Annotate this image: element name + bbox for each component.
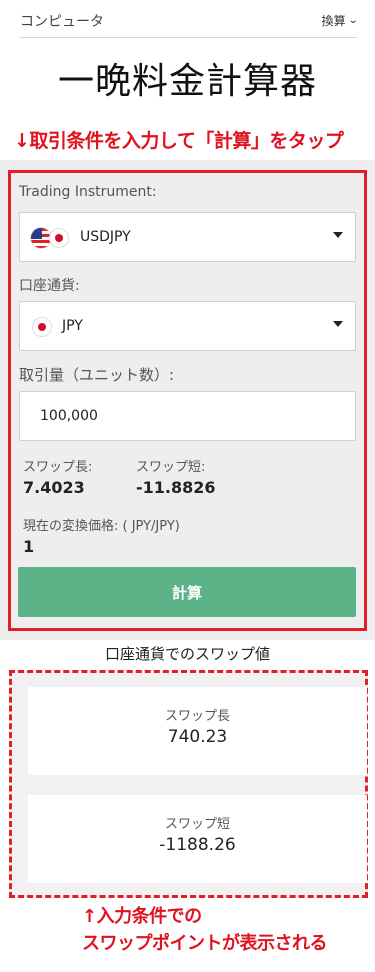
- swap-short-result-label: スワップ短: [164, 817, 230, 832]
- instrument-label: Trading Instrument:: [19, 184, 157, 200]
- instruction-note-bottom: ↑入力条件での スワップポイントが表示される: [82, 903, 328, 957]
- bottom-note-line-1: ↑入力条件での: [82, 906, 202, 927]
- instrument-value: USDJPY: [80, 229, 131, 245]
- swap-long-label: スワップ長:: [23, 460, 93, 475]
- trade-amount-input[interactable]: 100,000: [19, 391, 356, 441]
- swap-long-result-label: スワップ長: [164, 709, 230, 724]
- dropdown-caret-icon: [333, 232, 343, 238]
- results-highlight-box: スワップ長 740.23 スワップ短 -1188.26: [9, 670, 368, 898]
- swap-short-result-value: -1188.26: [159, 835, 236, 855]
- conversion-rate-value: 1: [23, 537, 35, 556]
- trade-amount-label: 取引量（ユニット数）:: [19, 366, 175, 384]
- results-title: 口座通貨でのスワップ値: [104, 645, 270, 663]
- swap-long-value: 7.4023: [23, 478, 85, 497]
- swap-long-result-card: スワップ長 740.23: [28, 687, 367, 775]
- bottom-note-line-2: スワップポイントが表示される: [82, 933, 328, 954]
- conversion-rate-label: 現在の変換価格: ( JPY/JPY): [23, 519, 180, 534]
- account-currency-label: 口座通貨:: [19, 278, 80, 294]
- instrument-select[interactable]: USDJPY: [19, 212, 356, 262]
- swap-short-result-card: スワップ短 -1188.26: [28, 795, 367, 883]
- instruction-note-top: ↓取引条件を入力して「計算」をタップ: [14, 130, 344, 152]
- account-currency-select[interactable]: JPY: [19, 301, 356, 351]
- calculate-button[interactable]: 計算: [18, 567, 356, 617]
- trade-amount-value: 100,000: [40, 408, 98, 424]
- instrument-flags: [30, 227, 70, 249]
- top-bar: コンピュータ 換算 ⌄: [20, 0, 359, 38]
- page-title: 一晩料金計算器: [57, 61, 317, 102]
- swap-short-label: スワップ短:: [136, 460, 206, 475]
- jp-flag-icon: [49, 228, 69, 248]
- dropdown-caret-icon: [333, 321, 343, 327]
- account-currency-value: JPY: [62, 318, 83, 334]
- jp-flag-icon: [32, 317, 52, 337]
- breadcrumb[interactable]: コンピュータ: [20, 11, 104, 31]
- swap-short-value: -11.8826: [136, 478, 216, 497]
- swap-long-result-value: 740.23: [167, 727, 228, 747]
- chevron-down-icon: ⌄: [347, 15, 359, 26]
- converter-menu[interactable]: 換算 ⌄: [321, 12, 359, 29]
- converter-menu-label: 換算: [321, 14, 346, 28]
